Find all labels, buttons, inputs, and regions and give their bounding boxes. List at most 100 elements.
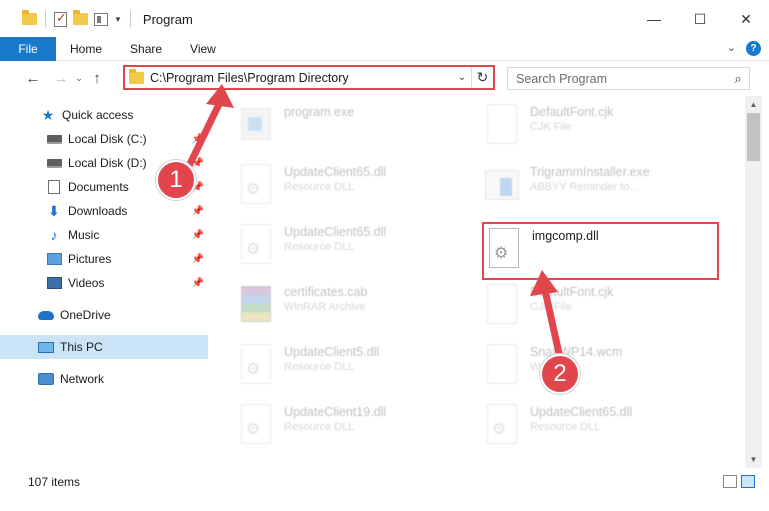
file-item-imgcomp[interactable]: ⚙ imgcomp.dll — [486, 224, 726, 280]
file-type: Resource DLL — [284, 181, 355, 193]
recent-locations-icon[interactable]: ⌄ — [72, 73, 86, 84]
disk-icon — [46, 156, 62, 170]
file-item[interactable]: program.exe — [238, 100, 478, 156]
pin-icon[interactable]: 📌 — [192, 230, 204, 241]
properties-check-icon[interactable] — [54, 10, 67, 27]
item-count: 107 items — [28, 475, 81, 489]
new-folder-icon[interactable] — [73, 10, 88, 25]
music-icon: ♪ — [50, 227, 58, 243]
sidebar-item-network[interactable]: Network — [0, 367, 208, 391]
pc-icon — [38, 340, 54, 354]
dll-file-icon: ⚙ — [484, 404, 520, 448]
sidebar-item-label: Downloads — [68, 204, 128, 218]
file-name: program.exe — [284, 105, 355, 119]
customize-toolbar-icon[interactable]: ▼ — [114, 15, 122, 24]
tab-share[interactable]: Share — [116, 37, 176, 61]
pin-icon[interactable]: 📌 — [192, 206, 204, 217]
tab-view[interactable]: View — [176, 37, 230, 61]
sidebar-item-this-pc[interactable]: This PC — [0, 335, 208, 359]
file-item[interactable]: TrigrammInstaller.exe ABBYY Reminder to..… — [484, 160, 724, 216]
up-arrow-icon[interactable]: ↑ — [86, 70, 108, 87]
vertical-scrollbar[interactable]: ▲ ▼ — [745, 96, 762, 468]
help-icon[interactable]: ? — [746, 41, 761, 56]
dll-file-icon: ⚙ — [238, 224, 274, 268]
file-name: imgcomp.dll — [532, 229, 599, 243]
file-type: CJK File — [530, 121, 572, 133]
pin-icon[interactable]: 📌 — [192, 254, 204, 265]
step-badge-1: 1 — [156, 160, 196, 200]
back-arrow-icon[interactable]: ← — [22, 70, 44, 87]
close-button[interactable]: ✕ — [723, 0, 769, 38]
file-list: program.exe ⚙ UpdateClient65.dll Resource… — [212, 96, 744, 468]
file-item[interactable]: certificates.cab WinRAR Archive — [238, 280, 478, 336]
search-input[interactable]: Search Program ⌕ — [507, 67, 750, 90]
sidebar-item-label: Local Disk (C:) — [68, 132, 147, 146]
tab-home[interactable]: Home — [56, 37, 116, 61]
sidebar-item-label: Quick access — [62, 108, 134, 122]
address-path[interactable]: C:\Program Files\Program Directory — [150, 71, 453, 85]
file-type: WinRAR Archive — [284, 301, 366, 313]
sidebar-item-label: This PC — [60, 340, 103, 354]
file-name: TrigrammInstaller.exe — [530, 165, 650, 179]
details-view-icon[interactable] — [723, 475, 737, 488]
file-item[interactable]: SnapWP14.wcmWCM File — [484, 340, 724, 396]
refresh-icon[interactable]: ↻ — [471, 67, 493, 88]
sidebar-item-local-disk-c[interactable]: Local Disk (C:) 📌 — [0, 127, 208, 151]
pin-icon[interactable]: 📌 — [192, 158, 204, 169]
properties-icon[interactable] — [94, 12, 108, 26]
scroll-up-icon[interactable]: ▲ — [745, 96, 762, 113]
file-item[interactable]: ⚙ UpdateClient65.dll Resource DLL — [238, 220, 478, 276]
pin-icon[interactable]: 📌 — [192, 134, 204, 145]
file-name: certificates.cab — [284, 285, 368, 299]
divider — [129, 11, 131, 27]
sidebar-item-music[interactable]: ♪ Music 📌 — [0, 223, 208, 247]
blank-file-icon — [484, 104, 520, 148]
divider — [45, 11, 46, 27]
pictures-icon — [46, 252, 62, 266]
file-name: UpdateClient65.dll — [284, 165, 387, 179]
large-icons-view-icon[interactable] — [741, 475, 755, 488]
file-name: SnapWP14.wcm — [530, 345, 623, 359]
scroll-thumb[interactable] — [747, 113, 760, 161]
expand-ribbon-icon[interactable]: ⌄ — [727, 41, 736, 56]
file-item[interactable]: ⚙ UpdateClient5.dll Resource DLL — [238, 340, 478, 396]
ribbon-tabs: File Home Share View ⌄ ? — [0, 36, 769, 61]
blank-file-icon — [484, 344, 520, 388]
tab-file[interactable]: File — [0, 36, 56, 61]
file-item[interactable]: ⚙ UpdateClient65.dll Resource DLL — [238, 160, 478, 216]
documents-icon — [46, 180, 62, 194]
file-item[interactable]: DefaultFont.cjk CJK File — [484, 100, 724, 156]
search-icon[interactable]: ⌕ — [727, 71, 749, 87]
file-item[interactable]: ⚙ UpdateClient65.dll Resource DLL — [484, 400, 724, 456]
sidebar-item-label: Local Disk (D:) — [68, 156, 147, 170]
sidebar-item-quick-access[interactable]: ★ Quick access — [0, 103, 208, 127]
pin-icon[interactable]: 📌 — [192, 278, 204, 289]
file-type: ABBYY Reminder to... — [530, 181, 639, 193]
minimize-button[interactable]: — — [631, 0, 677, 38]
address-dropdown-icon[interactable]: ⌄ — [453, 72, 471, 83]
forward-arrow-icon[interactable]: → — [50, 70, 72, 87]
dll-file-icon: ⚙ — [238, 164, 274, 208]
file-item[interactable]: ⚙ UpdateClient19.dll Resource DLL — [238, 400, 478, 456]
videos-icon — [46, 276, 62, 290]
dll-file-icon: ⚙ — [486, 228, 522, 272]
file-item[interactable]: DefaultFont.cjk CJK File — [484, 280, 724, 336]
file-type: Resource DLL — [530, 421, 601, 433]
file-name: UpdateClient65.dll — [530, 405, 633, 419]
sidebar-item-pictures[interactable]: Pictures 📌 — [0, 247, 208, 271]
maximize-button[interactable]: ☐ — [677, 0, 723, 38]
scroll-down-icon[interactable]: ▼ — [745, 451, 762, 468]
exe-file-icon — [238, 104, 274, 148]
folder-icon[interactable] — [22, 10, 37, 25]
navigation-bar: ← → ⌄ ↑ C:\Program Files\Program Directo… — [0, 62, 769, 94]
address-bar[interactable]: C:\Program Files\Program Directory ⌄ ↻ — [123, 65, 495, 90]
file-type: Resource DLL — [284, 361, 355, 373]
highlighted-file-frame: ⚙ imgcomp.dll — [482, 222, 719, 280]
navigation-pane: ★ Quick access Local Disk (C:) 📌 Local D… — [0, 98, 210, 468]
dll-file-icon: ⚙ — [238, 404, 274, 448]
search-placeholder[interactable]: Search Program — [508, 72, 727, 86]
sidebar-item-onedrive[interactable]: OneDrive — [0, 303, 208, 327]
window-title: Program — [142, 11, 193, 27]
sidebar-item-downloads[interactable]: ⬇ Downloads 📌 — [0, 199, 208, 223]
sidebar-item-videos[interactable]: Videos 📌 — [0, 271, 208, 295]
